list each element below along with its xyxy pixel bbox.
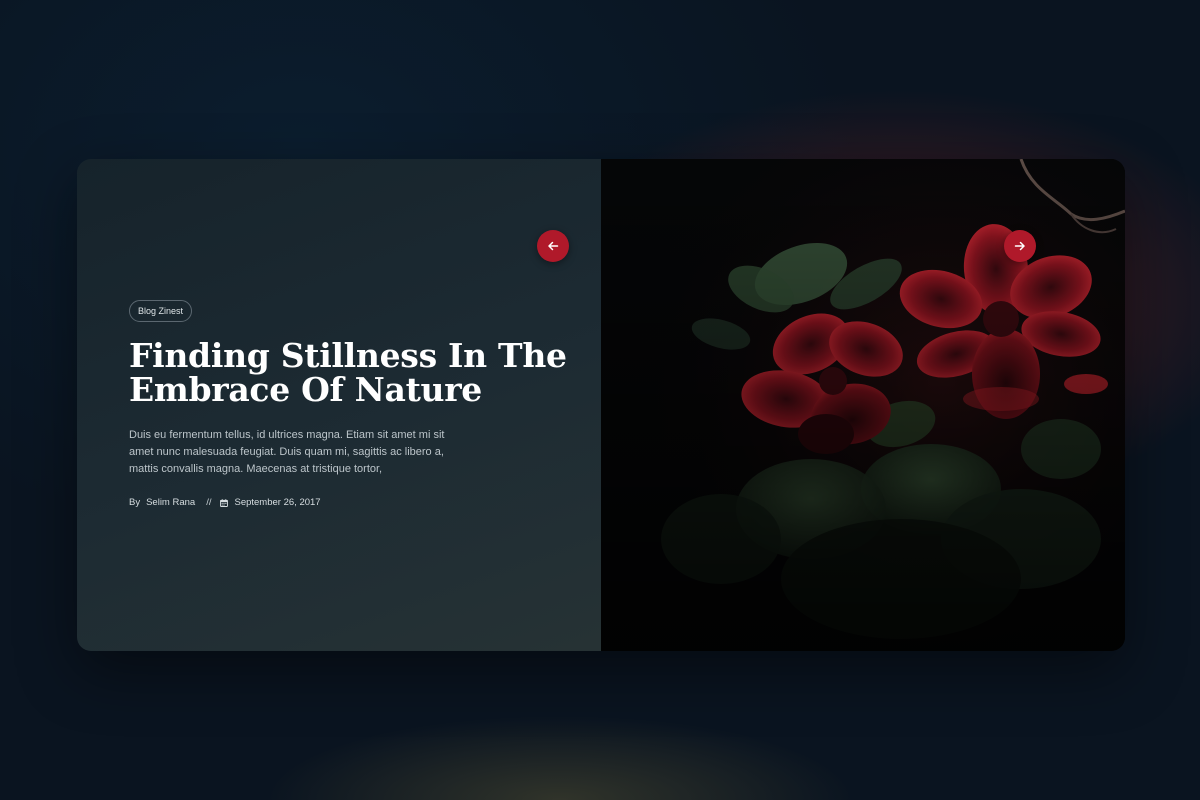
slider-prev-button[interactable] xyxy=(537,230,569,262)
arrow-right-icon xyxy=(1014,241,1025,251)
post-date: September 26, 2017 xyxy=(234,497,321,508)
red-flowers-image xyxy=(601,159,1125,651)
arrow-left-icon xyxy=(548,241,559,251)
post-excerpt: Duis eu fermentum tellus, id ultrices ma… xyxy=(129,429,445,475)
post-featured-image xyxy=(601,159,1125,651)
post-meta: By Selim Rana // September 26, 2017 xyxy=(129,497,321,508)
featured-post-slider: Blog Zinest Finding Stillness In The Emb… xyxy=(77,159,1125,651)
category-badge[interactable]: Blog Zinest xyxy=(129,300,193,322)
calendar-icon xyxy=(220,498,229,507)
slider-next-button[interactable] xyxy=(1004,230,1036,262)
author-name[interactable]: Selim Rana xyxy=(146,497,195,508)
meta-separator: // xyxy=(206,497,212,508)
author-prefix: By xyxy=(129,497,141,508)
post-title[interactable]: Finding Stillness In The Embrace Of Natu… xyxy=(129,339,569,407)
post-text-panel: Blog Zinest Finding Stillness In The Emb… xyxy=(77,159,601,651)
